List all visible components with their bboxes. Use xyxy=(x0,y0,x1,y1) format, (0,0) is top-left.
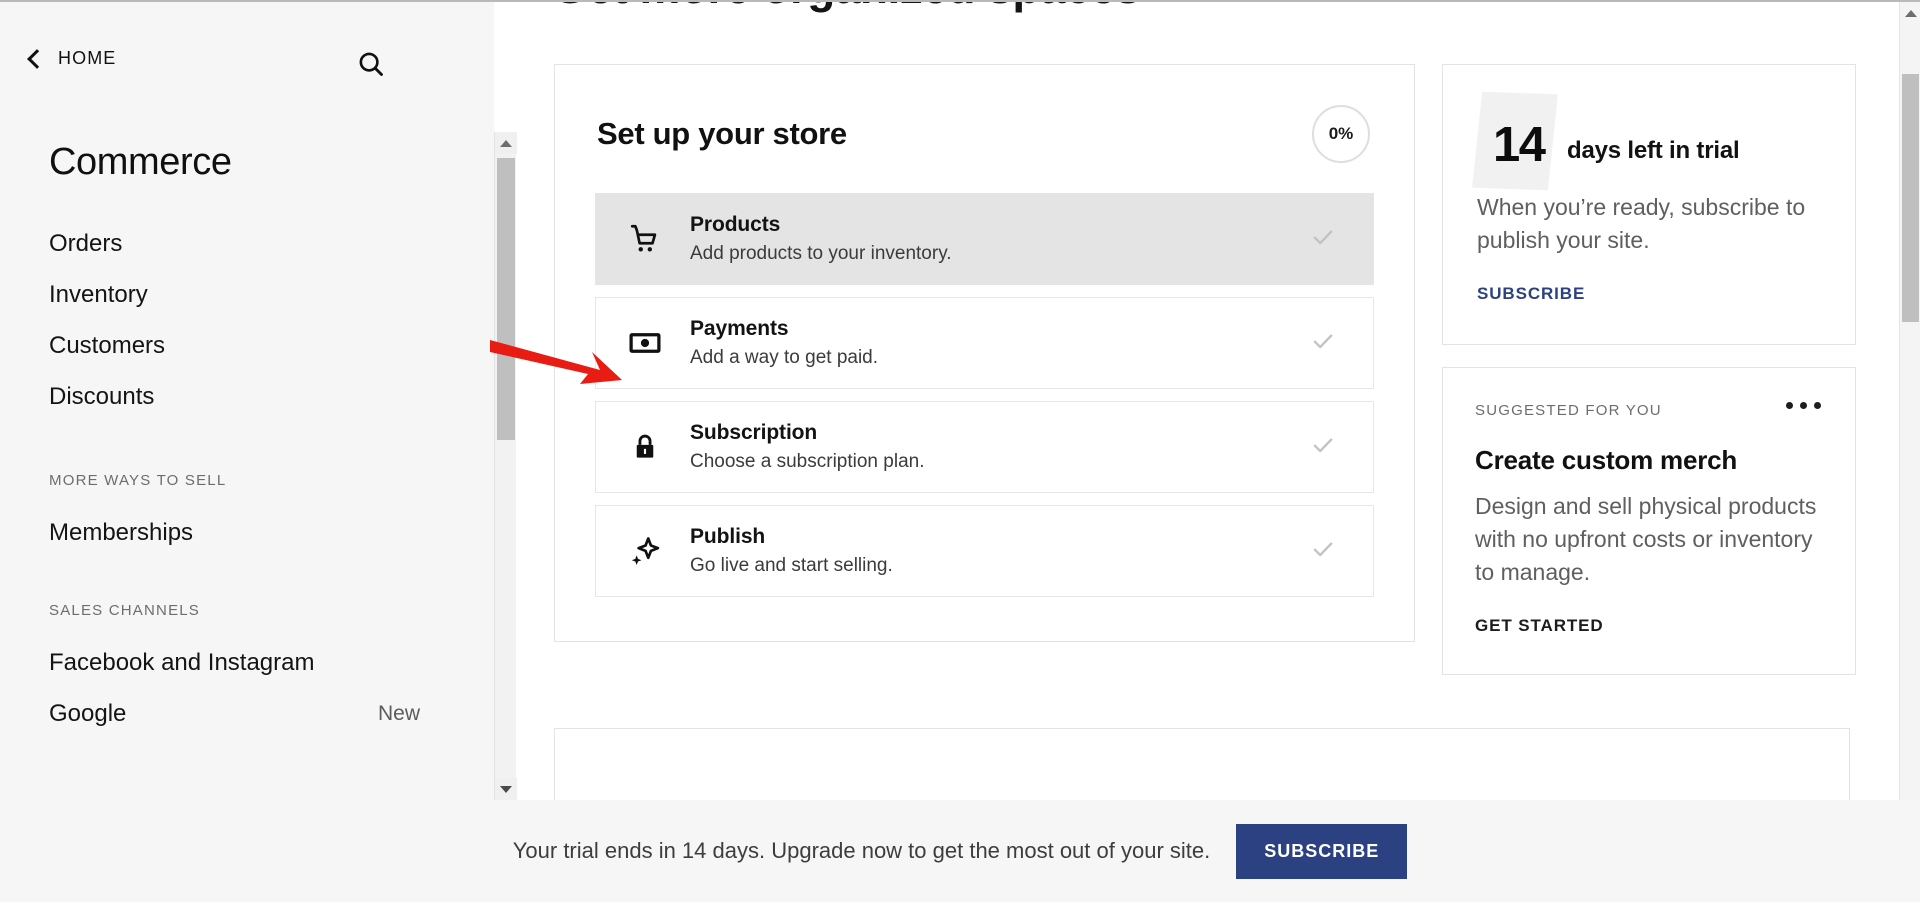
sidebar-item-badge: New xyxy=(377,701,420,725)
sidebar-section-more-ways-to-sell: MORE WAYS TO SELL xyxy=(49,472,227,489)
check-icon xyxy=(1309,431,1339,464)
back-to-home-link[interactable]: HOME xyxy=(27,48,117,69)
task-row-subscription[interactable]: Subscription Choose a subscription plan. xyxy=(595,401,1374,493)
triangle-up-icon xyxy=(1904,9,1917,17)
ellipsis-icon[interactable] xyxy=(1784,398,1823,413)
sidebar-item-orders[interactable]: Orders xyxy=(0,218,460,269)
task-row-products[interactable]: Products Add products to your inventory. xyxy=(595,193,1374,285)
dot xyxy=(1814,402,1821,410)
suggested-title: Create custom merch xyxy=(1475,445,1738,476)
content-columns: Set up your store 0% Products Add produc… xyxy=(554,64,1880,676)
suggested-description: Design and sell physical products with n… xyxy=(1475,493,1817,585)
task-text-block: Payments Add a way to get paid. xyxy=(668,317,1309,369)
trial-status-card: 14 days left in trial When you’re ready,… xyxy=(1442,64,1856,346)
banner-subscribe-button[interactable]: SUBSCRIBE xyxy=(1236,823,1408,879)
task-row-publish[interactable]: Publish Go live and start selling. xyxy=(595,505,1374,597)
sidebar-item-label: Google xyxy=(49,699,127,727)
sidebar-title: Commerce xyxy=(49,141,232,183)
task-title: Payments xyxy=(690,317,789,340)
sidebar-item-label: Customers xyxy=(49,331,166,359)
banknote-icon xyxy=(622,326,668,360)
task-description: Add a way to get paid. xyxy=(690,347,879,368)
shopping-cart-icon xyxy=(622,222,668,256)
suggested-for-you-card: SUGGESTED FOR YOU Create custom merch De… xyxy=(1442,367,1856,676)
search-button[interactable] xyxy=(353,46,389,82)
sidebar-item-label: Memberships xyxy=(49,518,194,546)
sidebar-item-facebook-and-instagram[interactable]: Facebook and Instagram xyxy=(0,637,460,688)
sidebar-item-label: Inventory xyxy=(49,280,148,308)
sidebar-item-inventory[interactable]: Inventory xyxy=(0,269,460,320)
trial-headline: 14 days left in trial xyxy=(1472,91,1817,191)
suggested-card-header: SUGGESTED FOR YOU xyxy=(1475,398,1823,419)
right-column: 14 days left in trial When you’re ready,… xyxy=(1442,64,1856,676)
task-text-block: Subscription Choose a subscription plan. xyxy=(668,421,1309,473)
next-section-card-partial xyxy=(554,728,1850,800)
sidebar-item-customers[interactable]: Customers xyxy=(0,320,460,371)
task-description: Add products to your inventory. xyxy=(690,243,952,264)
sidebar-item-discounts[interactable]: Discounts xyxy=(0,371,460,422)
setup-card-title: Set up your store xyxy=(597,116,847,151)
suggested-kicker: SUGGESTED FOR YOU xyxy=(1475,402,1662,420)
trial-banner: Your trial ends in 14 days. Upgrade now … xyxy=(0,800,1920,902)
setup-store-card: Set up your store 0% Products Add produc… xyxy=(554,64,1415,642)
setup-progress-badge: 0% xyxy=(1312,105,1370,163)
dot xyxy=(1800,402,1807,410)
search-icon xyxy=(359,52,383,76)
sidebar-section-sales-channels: SALES CHANNELS xyxy=(49,602,201,619)
scroll-down-button[interactable] xyxy=(495,778,517,800)
window-scrollbar[interactable] xyxy=(1899,2,1920,800)
window-scrollbar-thumb[interactable] xyxy=(1902,74,1919,322)
sidebar-item-label: Discounts xyxy=(49,382,155,410)
task-description: Choose a subscription plan. xyxy=(690,451,925,472)
sidebar-item-label: Facebook and Instagram xyxy=(49,648,315,676)
triangle-up-icon xyxy=(500,139,512,147)
chevron-left-icon xyxy=(27,48,47,69)
trial-days-number: 14 xyxy=(1493,118,1546,172)
task-text-block: Products Add products to your inventory. xyxy=(668,213,1309,265)
app-window: HOME Commerce Orders Inventory Customers… xyxy=(0,0,1920,902)
trial-subscribe-link[interactable]: SUBSCRIBE xyxy=(1477,284,1585,304)
trial-days-label: days left in trial xyxy=(1567,137,1740,164)
task-text-block: Publish Go live and start selling. xyxy=(668,525,1309,577)
setup-card-header: Set up your store 0% xyxy=(555,65,1414,163)
sidebar-item-google[interactable]: Google New xyxy=(0,688,460,739)
page-title: Get more organized spaces xyxy=(552,2,1141,14)
task-title: Subscription xyxy=(690,421,818,444)
check-icon xyxy=(1309,327,1339,360)
sparkle-icon xyxy=(622,534,668,568)
triangle-down-icon xyxy=(500,785,512,793)
sidebar-item-memberships[interactable]: Memberships xyxy=(0,507,460,558)
main-content: Get more organized spaces Set up your st… xyxy=(517,2,1900,800)
dot xyxy=(1786,402,1793,410)
sidebar-nav-list: Orders Inventory Customers Discounts MOR… xyxy=(0,218,460,739)
task-title: Publish xyxy=(690,525,766,548)
sidebar-scrollbar-thumb[interactable] xyxy=(497,158,515,440)
trial-description: When you’re ready, subscribe to publish … xyxy=(1477,194,1806,253)
back-to-home-label: HOME xyxy=(58,48,117,68)
trial-banner-text: Your trial ends in 14 days. Upgrade now … xyxy=(512,838,1211,863)
sidebar-item-label: Orders xyxy=(49,229,123,257)
sidebar-scroll-area[interactable]: Commerce Orders Inventory Customers Disc… xyxy=(0,96,494,802)
task-description: Go live and start selling. xyxy=(690,555,893,576)
commerce-sidebar: HOME Commerce Orders Inventory Customers… xyxy=(0,2,494,800)
task-row-payments[interactable]: Payments Add a way to get paid. xyxy=(595,297,1374,389)
window-scroll-up-button[interactable] xyxy=(1900,2,1920,24)
sidebar-scrollbar[interactable] xyxy=(494,132,517,800)
lock-icon xyxy=(622,431,668,463)
scroll-up-button[interactable] xyxy=(495,132,517,154)
suggested-get-started-link[interactable]: GET STARTED xyxy=(1475,616,1604,636)
check-icon xyxy=(1309,535,1339,568)
check-icon xyxy=(1309,223,1339,256)
setup-task-list: Products Add products to your inventory. xyxy=(555,163,1414,641)
task-title: Products xyxy=(690,213,781,236)
